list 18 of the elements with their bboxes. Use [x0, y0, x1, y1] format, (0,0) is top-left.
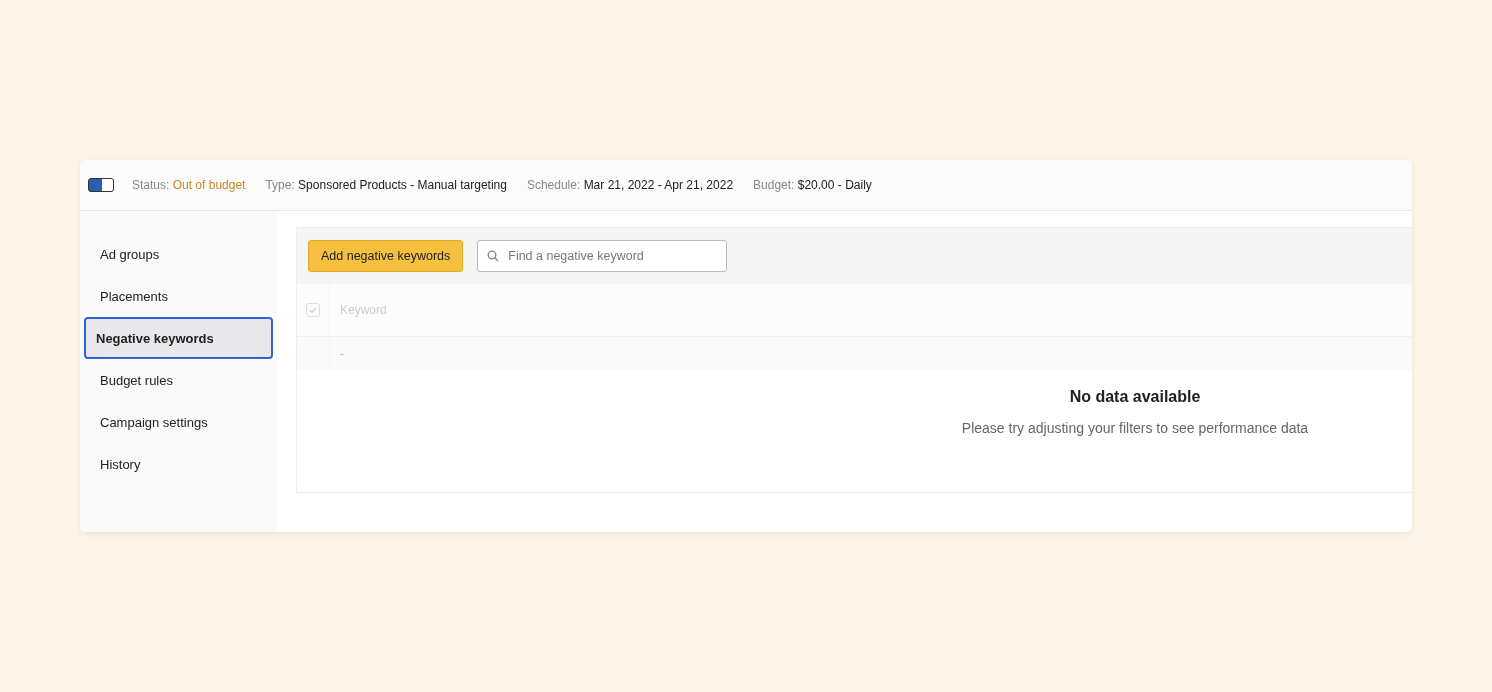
add-negative-keywords-button[interactable]: Add negative keywords: [308, 240, 464, 272]
campaign-info-text: Schedule: Mar 21, 2022 - Apr 21, 2022: [526, 178, 734, 192]
select-all-checkbox[interactable]: [306, 303, 320, 317]
sidebar-item[interactable]: Negative keywords: [84, 317, 273, 359]
sidebar-item[interactable]: Budget rules: [84, 359, 273, 401]
campaign-info-text: Type: Sponsored Products - Manual targeting: [265, 178, 507, 192]
checkmark-icon: [308, 305, 318, 315]
campaign-info-text: Status: Out of budget: [132, 178, 246, 192]
sidebar-item[interactable]: Placements: [84, 275, 273, 317]
search-field[interactable]: Find a negative keyword: [477, 240, 728, 272]
sidebar-item[interactable]: History: [84, 443, 273, 485]
empty-state-title: No data available: [1069, 388, 1201, 406]
empty-state-message: Please try adjusting your filters to see performance data: [961, 420, 1309, 436]
toggle-switch[interactable]: [88, 178, 114, 192]
campaign-info-text: Budget: $20.00 - Daily: [753, 178, 872, 192]
sidebar-item[interactable]: Campaign settings: [84, 401, 273, 443]
table-cell-text: -: [339, 346, 344, 361]
sidebar-item[interactable]: Ad groups: [84, 233, 273, 275]
